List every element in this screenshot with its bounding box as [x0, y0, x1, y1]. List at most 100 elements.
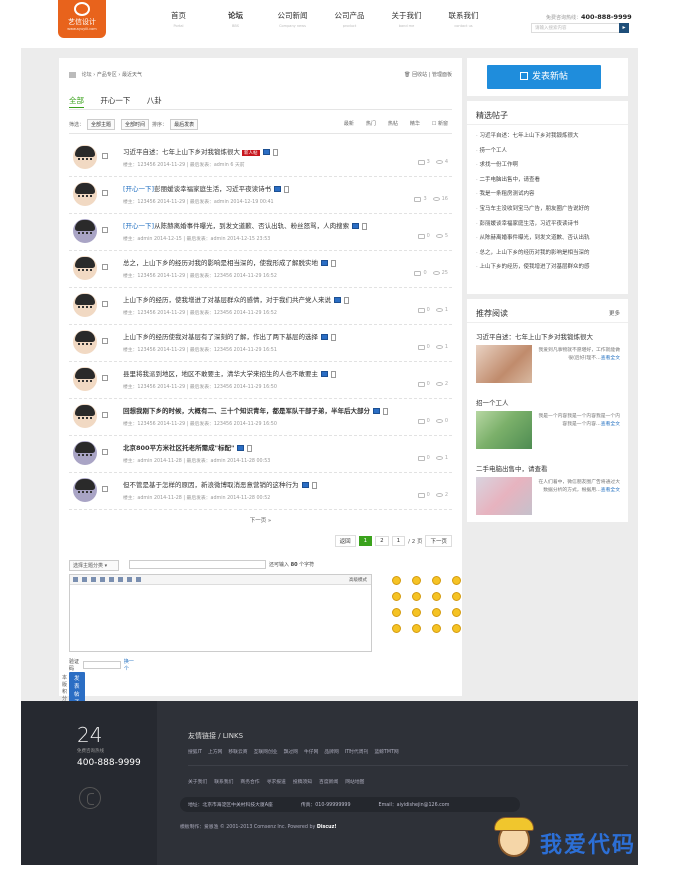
thread-title-text[interactable]: 回想我刚下乡的时候，大概有二、三十个知识青年，都是军队干部子弟，半年后大部分 — [123, 407, 370, 415]
row-checkbox[interactable] — [102, 486, 108, 492]
sort-select[interactable]: 最后发表 — [170, 119, 199, 130]
emoticon-icon[interactable] — [452, 592, 461, 601]
last-poster[interactable]: admin — [211, 237, 226, 242]
friend-link[interactable]: 飘过网 — [284, 748, 298, 755]
emoticon-icon[interactable] — [412, 576, 421, 585]
powered-link[interactable]: Discuz! — [317, 825, 337, 830]
filter-hot[interactable]: 热门 — [366, 120, 376, 127]
code-icon[interactable] — [118, 577, 123, 582]
tab-gossip[interactable]: 八卦 — [147, 96, 162, 105]
avatar[interactable] — [73, 404, 97, 428]
list-item[interactable]: 总之，上山下乡的经历对我的影响是相当深的 — [467, 248, 628, 263]
table-row[interactable]: [开心一下]彭丽媛谈幸福家庭生活，习近平夜读诗书 楼主：123456 2014-1… — [69, 177, 452, 214]
thread-title[interactable]: 习近平自述：七年上山下乡对我锻炼很大 新人帖 — [123, 146, 278, 156]
quote-icon[interactable] — [109, 577, 114, 582]
next-page-button[interactable]: 下一页 — [425, 535, 452, 547]
list-item[interactable]: 宝马车主没收到宝马广告，朋友圈广告说好的 — [467, 204, 628, 219]
footer-menu-item[interactable]: 寻求报道 — [267, 778, 286, 785]
color-icon[interactable] — [82, 577, 87, 582]
author[interactable]: 123456 — [137, 163, 155, 168]
thread-title-text[interactable]: 北京800平方米社区托老所需成"标配" — [123, 444, 234, 452]
avatar[interactable] — [73, 256, 97, 280]
author[interactable]: admin — [137, 459, 152, 464]
captcha-input[interactable] — [83, 661, 121, 669]
last-poster[interactable]: 123456 — [214, 422, 232, 427]
emoticon-icon[interactable] — [392, 624, 401, 633]
row-checkbox[interactable] — [102, 301, 108, 307]
table-row[interactable]: [开心一下]从陈赫离婚事件曝光，到发文道歉、否认出轨、粉丝怒骂，人肉搜索 楼主：a… — [69, 214, 452, 251]
nav-item-bbs[interactable]: 论坛 BBS — [207, 10, 264, 28]
row-checkbox[interactable] — [102, 264, 108, 270]
breadcrumb-item[interactable]: 产品专区 — [97, 72, 117, 78]
title-input[interactable] — [129, 560, 266, 569]
manage-link[interactable]: 管理面板 — [432, 72, 452, 78]
thread-title[interactable]: 上山下乡的经历，使我增进了对基层群众的感情，对于我们共产党人来说 — [123, 294, 349, 304]
footer-menu-item[interactable]: 百度新闻 — [319, 778, 338, 785]
row-checkbox[interactable] — [102, 190, 108, 196]
list-item[interactable]: 求找一份工作啊 — [467, 160, 628, 175]
nav-item-product[interactable]: 公司产品 product — [321, 10, 378, 28]
emoticon-icon[interactable] — [432, 624, 441, 633]
new-post-button[interactable]: 发表新帖 — [487, 65, 601, 89]
friend-link[interactable]: IT时代周刊 — [345, 748, 369, 755]
search-input[interactable]: 请输入搜索内容 ▸ — [531, 23, 629, 33]
site-logo[interactable]: 艺信设计 www.ayuyili.com — [58, 0, 106, 38]
nav-item-news[interactable]: 公司新闻 Company news — [264, 10, 321, 28]
emoticon-icon[interactable] — [452, 608, 461, 617]
last-poster[interactable]: 123456 — [214, 348, 232, 353]
thread-title[interactable]: 回想我刚下乡的时候，大概有二、三十个知识青年，都是军队干部子弟，半年后大部分 — [123, 405, 388, 415]
attach-icon[interactable] — [136, 577, 141, 582]
smiley-icon[interactable] — [127, 577, 132, 582]
bold-icon[interactable] — [73, 577, 78, 582]
link-icon[interactable] — [100, 577, 105, 582]
nav-item-contact[interactable]: 联系我们 contact us — [435, 10, 492, 28]
emoticon-icon[interactable] — [392, 576, 401, 585]
back-button[interactable]: 返回 — [334, 535, 356, 547]
author[interactable]: 123456 — [137, 274, 155, 279]
reading-title[interactable]: 习近平自述：七年上山下乡对我锻炼很大 — [476, 331, 619, 341]
thread-title[interactable]: 县里将我派到地区，地区不敢要主，清华大学来招生的人也不敢要主 — [123, 368, 336, 378]
author[interactable]: admin — [137, 237, 152, 242]
more-link[interactable]: 更多 — [609, 309, 620, 317]
emoticon-icon[interactable] — [432, 592, 441, 601]
emoticon-icon[interactable] — [432, 608, 441, 617]
author[interactable]: 123456 — [137, 422, 155, 427]
table-row[interactable]: 习近平自述：七年上山下乡对我锻炼很大 新人帖 楼主：123456 2014-11-2… — [69, 140, 452, 177]
nav-item-about[interactable]: 关于我们 band me — [378, 10, 435, 28]
home-icon[interactable] — [69, 71, 76, 78]
reading-thumbnail[interactable] — [476, 345, 532, 383]
thread-category[interactable]: [开心一下] — [123, 185, 154, 193]
reading-title[interactable]: 二手电脑出售中，请查看 — [476, 463, 619, 473]
filter-time-select[interactable]: 全部时间 — [121, 119, 150, 130]
footer-menu-item[interactable]: 网站地图 — [345, 778, 364, 785]
friend-link[interactable]: 牛仔网 — [304, 748, 318, 755]
thread-title[interactable]: [开心一下]彭丽媛谈幸福家庭生活，习近平夜读诗书 — [123, 183, 290, 193]
tab-all[interactable]: 全部 — [69, 96, 84, 108]
emoticon-icon[interactable] — [392, 592, 401, 601]
avatar[interactable] — [73, 182, 97, 206]
filter-newest[interactable]: 最新 — [344, 120, 354, 127]
footer-menu-item[interactable]: 联系我们 — [214, 778, 233, 785]
list-item[interactable]: 二手电脑出售中，请查看 — [467, 175, 628, 190]
thread-title[interactable]: 上山下乡的经历使我对基层有了深刻的了解，作出了两下基层的选择 — [123, 331, 336, 341]
emoticon-icon[interactable] — [392, 608, 401, 617]
friend-link[interactable]: 品牌网 — [324, 748, 338, 755]
read-more-link[interactable]: 查看全文 — [601, 356, 620, 361]
filter-digest[interactable]: 精华 — [410, 120, 420, 127]
breadcrumb-item[interactable]: 最近天气 — [122, 72, 142, 78]
friend-link[interactable]: 蓝鲸TMT网 — [374, 748, 398, 755]
avatar[interactable] — [73, 478, 97, 502]
read-more-link[interactable]: 查看全文 — [601, 488, 620, 493]
last-poster[interactable]: admin — [211, 496, 226, 501]
thread-category[interactable]: [开心一下] — [123, 222, 154, 230]
list-item[interactable]: 彭丽媛谈幸福家庭生活，习近平夜读诗书 — [467, 219, 628, 234]
thread-title-text[interactable]: 彭丽媛谈幸福家庭生活，习近平夜读诗书 — [154, 185, 271, 193]
author[interactable]: admin — [137, 496, 152, 501]
table-row[interactable]: 北京800平方米社区托老所需成"标配" 楼主：admin 2014-11-28 |… — [69, 436, 452, 473]
page-1[interactable]: 1 — [358, 536, 373, 546]
list-item[interactable]: 捞一个工人 — [467, 146, 628, 161]
friend-link[interactable]: 上方网 — [208, 748, 222, 755]
avatar[interactable] — [73, 330, 97, 354]
thread-title-text[interactable]: 上山下乡的经历，使我增进了对基层群众的感情，对于我们共产党人来说 — [123, 296, 331, 304]
list-item[interactable]: 从陈赫离婚事件曝光，到发文道歉、否认出轨 — [467, 233, 628, 248]
